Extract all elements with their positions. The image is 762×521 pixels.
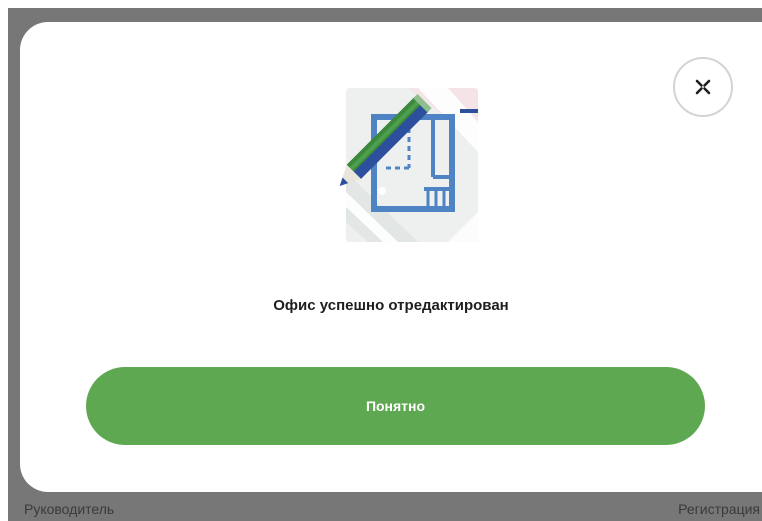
close-button[interactable] (673, 57, 733, 117)
background-label-left: Руководитель (24, 501, 115, 517)
success-message: Офис успешно отредактирован (273, 297, 509, 314)
success-dialog: Офис успешно отредактирован Понятно (20, 22, 762, 492)
background-label-right: Регистрация (678, 501, 760, 517)
confirm-button[interactable]: Понятно (86, 367, 705, 445)
close-x-icon (695, 79, 711, 95)
edit-blueprint-icon (339, 88, 478, 242)
